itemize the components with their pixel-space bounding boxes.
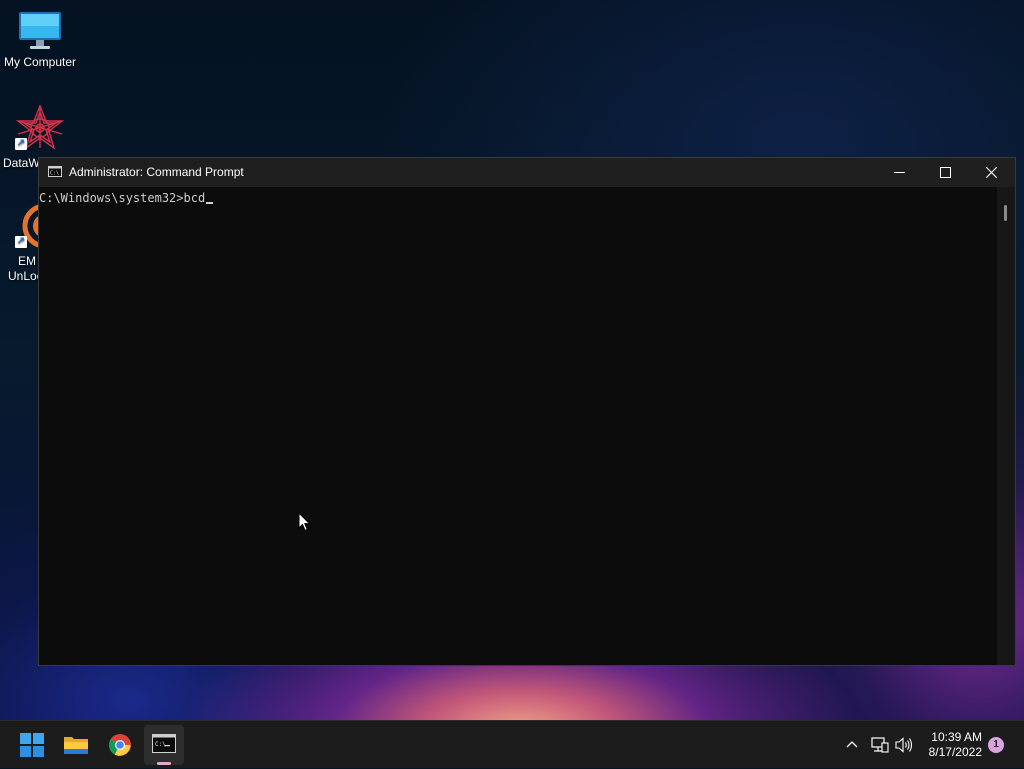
- active-app-indicator: [157, 762, 171, 765]
- console-line: C:\Windows\system32>bcd: [39, 190, 997, 206]
- desktop: My Computer ↗ DataW ↗ EM UnLoc C:\ Admin…: [0, 0, 1024, 720]
- volume-button[interactable]: [894, 721, 916, 769]
- maximize-button[interactable]: [923, 158, 969, 187]
- terminal-icon: C:\: [48, 166, 62, 177]
- chrome-icon: [109, 734, 131, 756]
- clock-date: 8/17/2022: [928, 745, 982, 759]
- terminal-icon: C:\: [152, 734, 176, 753]
- text-cursor: [206, 202, 214, 204]
- console-output[interactable]: C:\Windows\system32>bcd: [39, 187, 997, 665]
- start-button[interactable]: [12, 725, 52, 765]
- maximize-icon: [940, 167, 951, 178]
- network-button[interactable]: [869, 721, 891, 769]
- svg-text:C:\: C:\: [50, 171, 59, 177]
- close-icon: [986, 167, 997, 178]
- windows-logo-icon: [20, 733, 44, 757]
- chevron-up-icon: [846, 741, 858, 748]
- svg-text:C:\: C:\: [155, 741, 166, 748]
- close-button[interactable]: [969, 158, 1015, 187]
- command-prompt-window[interactable]: C:\ Administrator: Command Prompt C:\Win…: [38, 157, 1016, 666]
- taskbar: C:\ 10:39 AM 8/17/2022 1: [0, 720, 1024, 768]
- taskbar-command-prompt[interactable]: C:\: [144, 725, 184, 765]
- minimize-button[interactable]: [877, 158, 923, 187]
- shortcut-arrow-icon: ↗: [15, 236, 27, 248]
- window-titlebar[interactable]: C:\ Administrator: Command Prompt: [39, 158, 1015, 187]
- show-hidden-icons-button[interactable]: [842, 721, 862, 769]
- network-icon: [871, 737, 889, 753]
- vertical-scrollbar[interactable]: [997, 187, 1015, 665]
- console-line-text: C:\Windows\system32>bcd: [39, 191, 206, 205]
- minimize-icon: [894, 172, 905, 173]
- taskbar-file-explorer[interactable]: [56, 725, 96, 765]
- notification-badge[interactable]: 1: [988, 737, 1004, 753]
- taskbar-chrome[interactable]: [100, 725, 140, 765]
- taskbar-clock[interactable]: 10:39 AM 8/17/2022: [929, 730, 982, 760]
- shortcut-arrow-icon: ↗: [15, 138, 27, 150]
- clock-time: 10:39 AM: [931, 730, 982, 744]
- monitor-icon: [19, 12, 61, 49]
- mouse-pointer-icon: [298, 512, 311, 532]
- desktop-icon-label: My Computer: [3, 55, 77, 69]
- window-title: Administrator: Command Prompt: [69, 165, 244, 179]
- folder-icon: [64, 737, 88, 754]
- volume-icon: [895, 737, 913, 753]
- desktop-icon-my-computer[interactable]: My Computer: [0, 8, 80, 70]
- scrollbar-thumb[interactable]: [1004, 205, 1007, 221]
